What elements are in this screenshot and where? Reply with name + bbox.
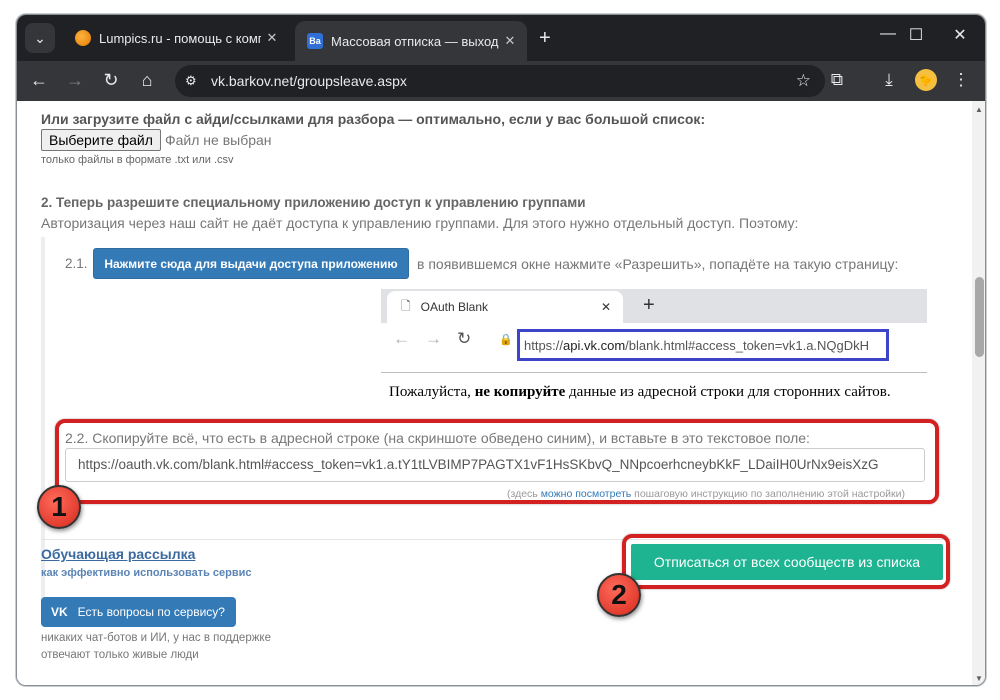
reload-icon[interactable]: ↻ [99, 70, 123, 91]
copy-warning: Пожалуйста, не копируйте данные из адрес… [389, 384, 891, 401]
warn-before: Пожалуйста, [389, 384, 475, 400]
back-arrow-icon[interactable]: ← [27, 70, 51, 91]
page-content: Или загрузите файл с айди/ссылками для р… [17, 101, 972, 685]
lock-icon: 🔒 [499, 334, 513, 346]
scroll-up-icon[interactable]: ▲ [975, 105, 983, 114]
url-prefix: https:// [524, 337, 564, 353]
vk-support-label: Есть вопросы по сервису? [77, 605, 225, 619]
close-window-icon[interactable]: ✕ [945, 25, 975, 45]
illustration-divider [381, 372, 927, 373]
browser-toolbar: ← → ↻ ⌂ ⚙ vk.barkov.net/groupsleave.aspx… [17, 61, 985, 101]
document-icon: 🗋 [401, 298, 411, 313]
warn-after: данные из адресной строки для сторонних … [565, 384, 891, 400]
scrollbar-thumb[interactable] [975, 277, 984, 357]
warn-bold: не копируйте [474, 384, 566, 400]
lumpics-favicon-icon [75, 30, 91, 46]
download-icon[interactable]: ⤓ [877, 70, 901, 90]
grant-access-button[interactable]: Нажмите сюда для выдачи доступа приложен… [93, 248, 409, 279]
url-domain: api.vk.com [563, 337, 626, 353]
home-icon[interactable]: ⌂ [135, 70, 159, 91]
no-file-label: Файл не выбран [165, 132, 272, 148]
section2-description: Авторизация через наш сайт не даёт досту… [41, 215, 799, 231]
reload-icon: ↻ [457, 329, 472, 348]
step-badge-1: 1 [37, 485, 81, 529]
forward-arrow-icon: → [425, 329, 442, 348]
bookmark-star-icon[interactable]: ☆ [796, 71, 811, 91]
new-tab-plus-icon[interactable]: + [539, 27, 551, 50]
section2-heading: 2. Теперь разрешите специальному приложе… [41, 195, 586, 210]
tab-title: Lumpics.ru - помощь с компь [99, 30, 261, 46]
support-note-line1: никаких чат-ботов и ИИ, у нас в поддержк… [41, 632, 271, 644]
plus-icon: + [643, 294, 655, 316]
forward-arrow-icon[interactable]: → [63, 70, 87, 91]
minimize-icon[interactable]: — [873, 25, 903, 43]
extensions-puzzle-icon[interactable]: ⧉ [825, 70, 849, 90]
highlight-frame-1 [55, 419, 939, 504]
highlight-frame-2 [622, 534, 950, 589]
oauth-browser-illustration: 🗋 OAuth Blank ✕ + ← → ↻ 🔒 https://api.vk… [381, 289, 927, 361]
page-scrollbar[interactable]: ▲ ▼ [972, 101, 985, 685]
tab-groupsleave[interactable]: Ba Массовая отписка — выход и ✕ [295, 21, 527, 61]
url-rest: /blank.html#access_token=vk1.a.NQgDkH [625, 337, 870, 353]
newsletter-link[interactable]: Обучающая рассылка [41, 546, 195, 562]
illustration-tab-strip: 🗋 OAuth Blank ✕ + [381, 289, 927, 323]
tab-search-chevron-icon[interactable]: ⌄ [25, 23, 55, 53]
illustration-url-highlight: https://api.vk.com/blank.html#access_tok… [517, 329, 889, 361]
choose-file-button[interactable]: Выберите файл [41, 129, 161, 151]
close-icon: ✕ [600, 300, 611, 314]
upload-heading: Или загрузите файл с айди/ссылками для р… [41, 111, 706, 127]
profile-avatar[interactable]: 🐤 [915, 69, 937, 91]
step-2-1-text: в появившемся окне нажмите «Разрешить», … [417, 256, 899, 272]
newsletter-subtitle: как эффективно использовать сервис [41, 567, 252, 579]
step-2-1-number: 2.1. [65, 256, 88, 271]
maximize-icon[interactable]: ☐ [901, 25, 931, 45]
tab-lumpics[interactable]: Lumpics.ru - помощь с компь ✕ [63, 21, 289, 55]
barkov-favicon-icon: Ba [307, 33, 323, 49]
scroll-down-icon[interactable]: ▼ [975, 674, 983, 683]
browser-window: ⌄ Lumpics.ru - помощь с компь ✕ Ba Массо… [16, 14, 986, 686]
tab-title: Массовая отписка — выход и [331, 33, 499, 49]
back-arrow-icon: ← [393, 329, 410, 348]
menu-kebab-icon[interactable]: ⋮ [949, 70, 973, 90]
illustration-tab: 🗋 OAuth Blank ✕ [387, 291, 623, 323]
illustration-tab-title: OAuth Blank [420, 300, 489, 314]
step-badge-2: 2 [597, 573, 641, 617]
address-bar[interactable]: ⚙ vk.barkov.net/groupsleave.aspx ☆ [175, 65, 825, 97]
close-tab-icon[interactable]: ✕ [499, 33, 521, 49]
address-url[interactable]: vk.barkov.net/groupsleave.aspx [211, 73, 796, 89]
close-tab-icon[interactable]: ✕ [261, 30, 283, 46]
file-format-note: только файлы в формате .txt или .csv [41, 154, 234, 166]
support-note-line2: отвечают только живые люди [41, 649, 199, 661]
vk-support-button[interactable]: VK Есть вопросы по сервису? [41, 597, 236, 627]
vk-logo-icon: VK [51, 605, 68, 619]
tab-strip: ⌄ Lumpics.ru - помощь с компь ✕ Ba Массо… [17, 15, 985, 61]
site-info-icon[interactable]: ⚙ [185, 73, 211, 89]
